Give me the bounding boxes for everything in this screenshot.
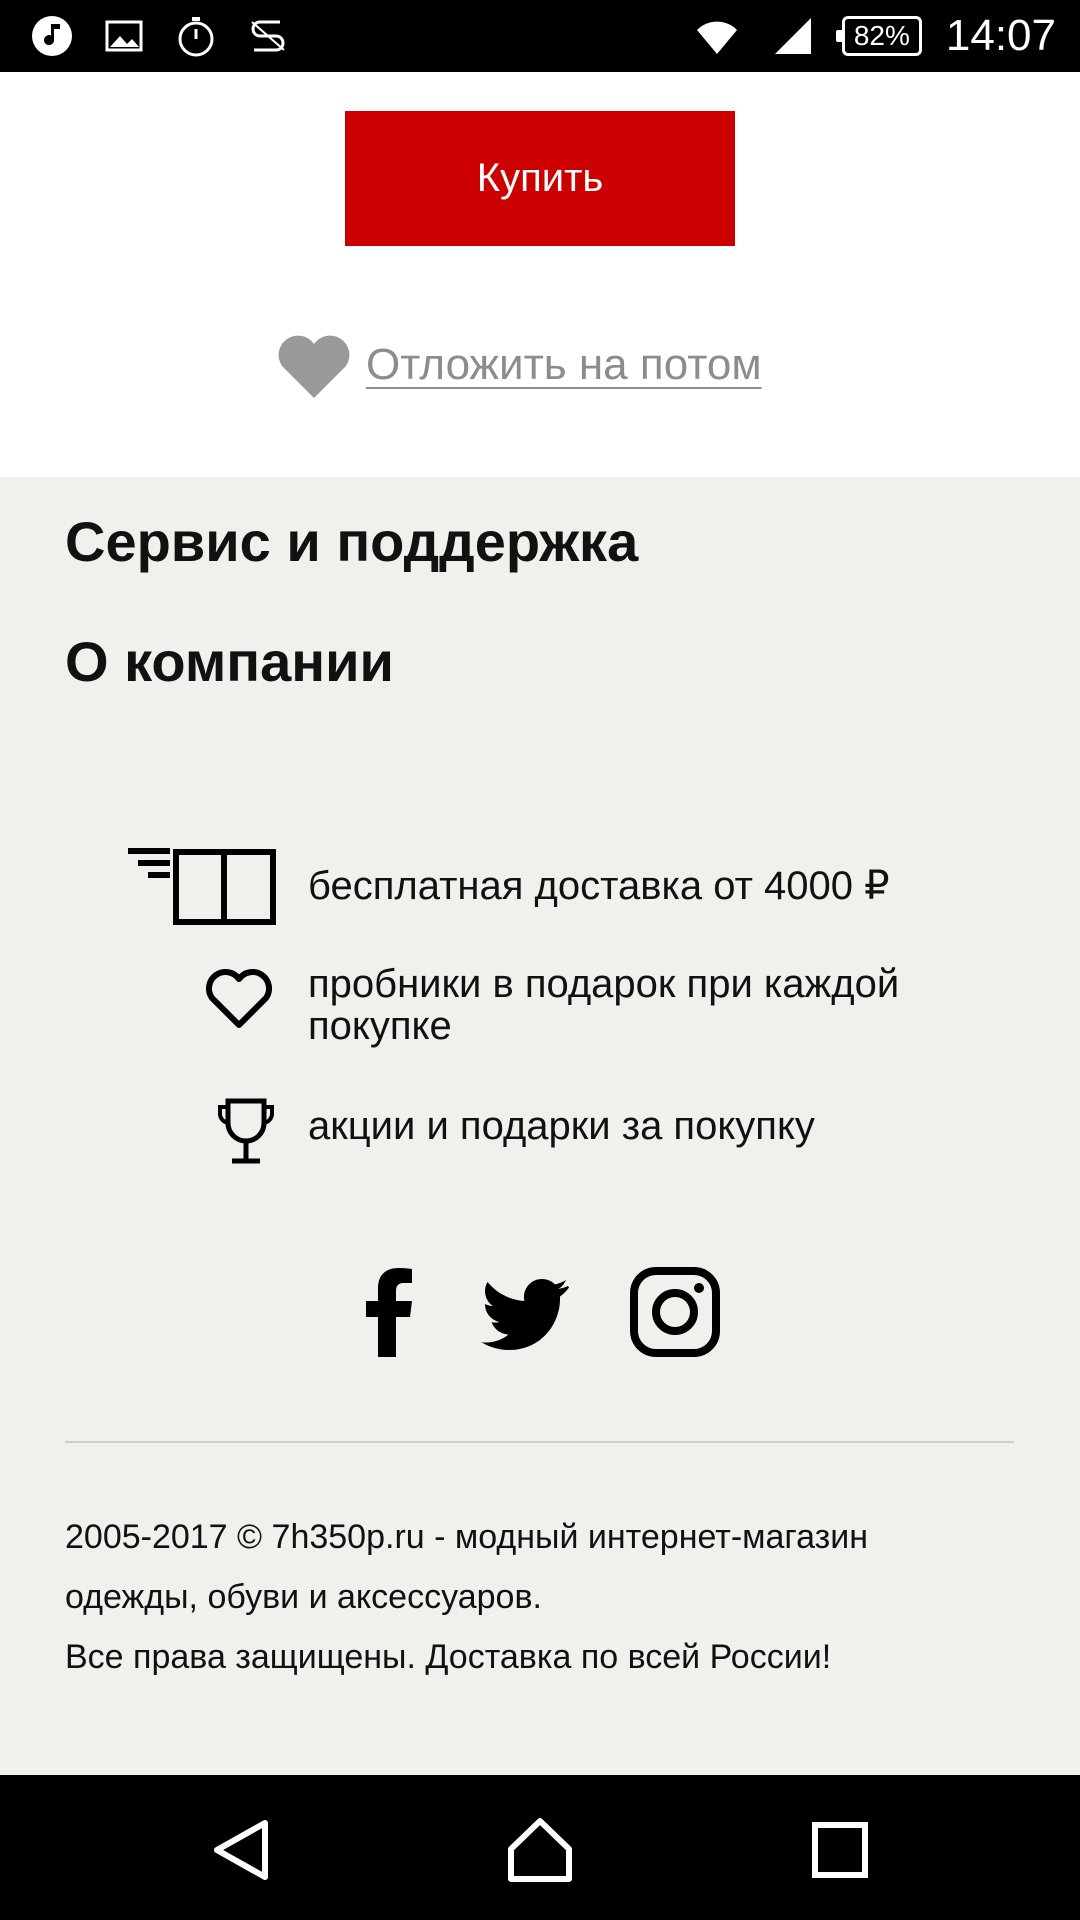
- music-icon: [32, 16, 72, 56]
- back-icon[interactable]: [205, 1815, 275, 1885]
- gallery-icon: [105, 20, 143, 52]
- instagram-icon[interactable]: [630, 1267, 720, 1357]
- buy-button[interactable]: Купить: [345, 111, 735, 246]
- footer-divider: [65, 1441, 1014, 1443]
- heart-outline-icon: [206, 969, 272, 1028]
- status-right-icons: 82% 14:07: [690, 0, 1056, 72]
- clock: 14:07: [945, 11, 1056, 60]
- trophy-icon: [218, 1098, 274, 1164]
- status-bar: 82% 14:07: [0, 0, 1080, 72]
- copyright-line: одежды, обуви и аксессуаров.: [65, 1578, 542, 1616]
- status-left-icons: [30, 0, 290, 72]
- social-links: [0, 1267, 1080, 1367]
- stopwatch-icon: [178, 17, 214, 57]
- product-actions: Купить Отложить на потом: [0, 72, 1080, 477]
- battery-indicator: 82%: [835, 16, 922, 56]
- heart-icon: [278, 335, 350, 398]
- save-for-later-label[interactable]: Отложить на потом: [366, 340, 762, 390]
- feature-text: пробники в подарок при каждой покупке: [308, 962, 900, 1048]
- feature-text: бесплатная доставка от 4000 ₽: [308, 864, 890, 908]
- battery-level: 82%: [853, 20, 910, 51]
- copyright-text: 2005-2017 © 7h350p.ru - модный интернет-…: [65, 1507, 1025, 1687]
- home-icon[interactable]: [505, 1815, 575, 1885]
- service-support-link[interactable]: Сервис и поддержка: [65, 509, 638, 574]
- delivery-icon: [128, 848, 276, 925]
- recents-icon[interactable]: [805, 1815, 875, 1885]
- s-app-icon: [251, 20, 285, 52]
- footer: Сервис и поддержка О компании бесплатная…: [0, 477, 1080, 1775]
- copyright-line: Все права защищены. Доставка по всей Рос…: [65, 1638, 832, 1676]
- facebook-icon[interactable]: [364, 1267, 414, 1357]
- signal-icon: [774, 18, 811, 54]
- feature-text: акции и подарки за покупку: [308, 1104, 815, 1148]
- about-company-link[interactable]: О компании: [65, 629, 394, 694]
- twitter-icon[interactable]: [480, 1277, 570, 1353]
- copyright-line: 2005-2017 © 7h350p.ru - модный интернет-…: [65, 1518, 868, 1556]
- navigation-bar: [0, 1775, 1080, 1920]
- wifi-icon: [696, 21, 737, 54]
- save-for-later-link[interactable]: Отложить на потом: [274, 330, 762, 400]
